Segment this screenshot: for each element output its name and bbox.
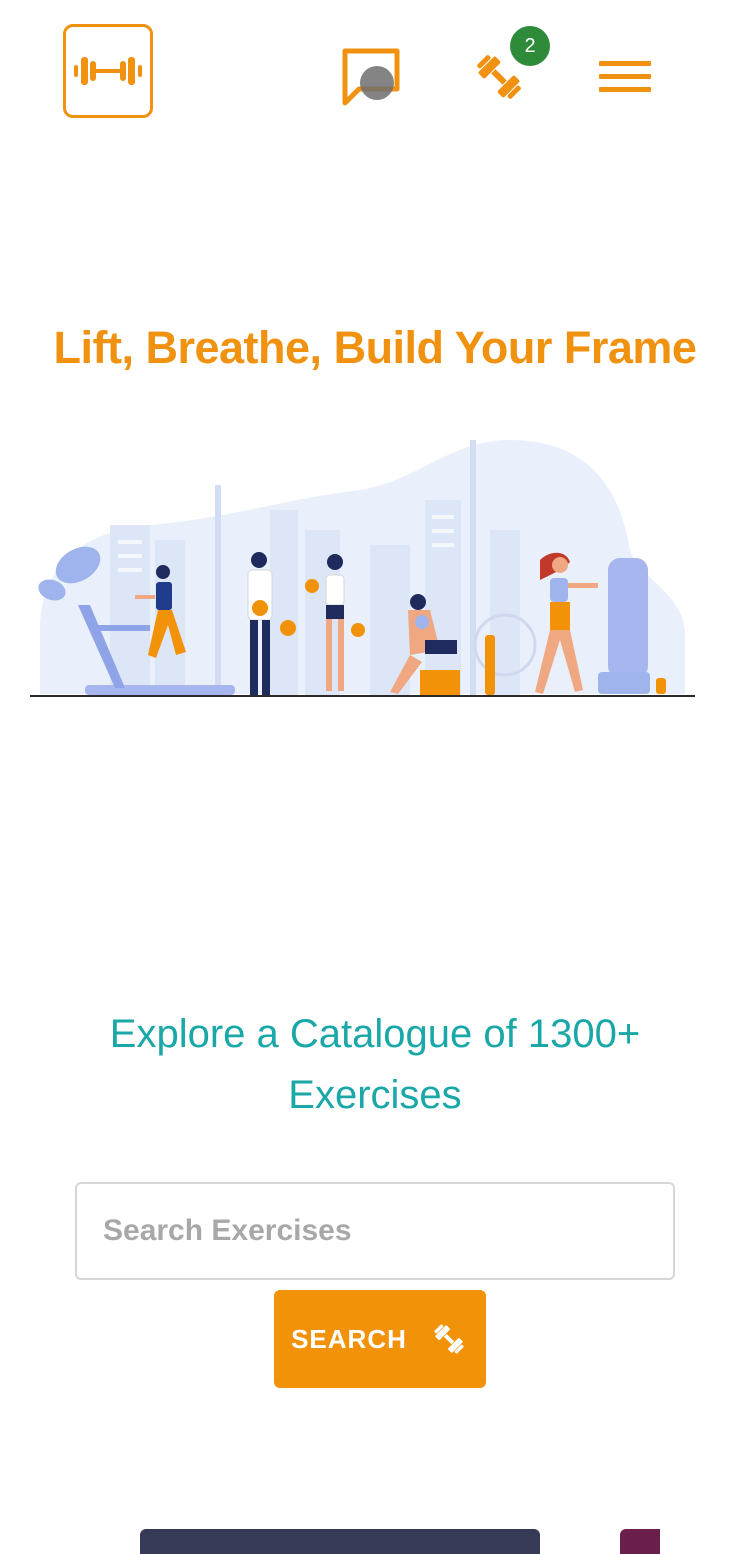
chat-button[interactable] — [338, 44, 404, 110]
exercise-card-preview[interactable] — [140, 1529, 540, 1554]
dumbbell-icon — [74, 57, 142, 85]
exercise-card-preview[interactable] — [620, 1529, 660, 1554]
search-button[interactable]: SEARCH — [274, 1290, 486, 1388]
hamburger-menu-icon — [599, 61, 651, 92]
search-button-label: SEARCH — [291, 1323, 407, 1354]
gym-illustration — [30, 440, 695, 697]
explore-title: Explore a Catalogue of 1300+ Exercises — [109, 1012, 641, 1117]
app-logo[interactable] — [63, 24, 153, 118]
chat-icon — [342, 48, 400, 106]
page: 2 Lift, Breathe, Build Your Frame Explor… — [0, 0, 750, 1554]
search-exercises-input[interactable] — [75, 1182, 675, 1280]
workout-count-badge: 2 — [510, 26, 550, 66]
dumbbell-diagonal-icon — [434, 1324, 464, 1354]
hero-title: Lift, Breathe, Build Your Frame — [53, 322, 697, 373]
menu-button[interactable] — [594, 52, 656, 102]
